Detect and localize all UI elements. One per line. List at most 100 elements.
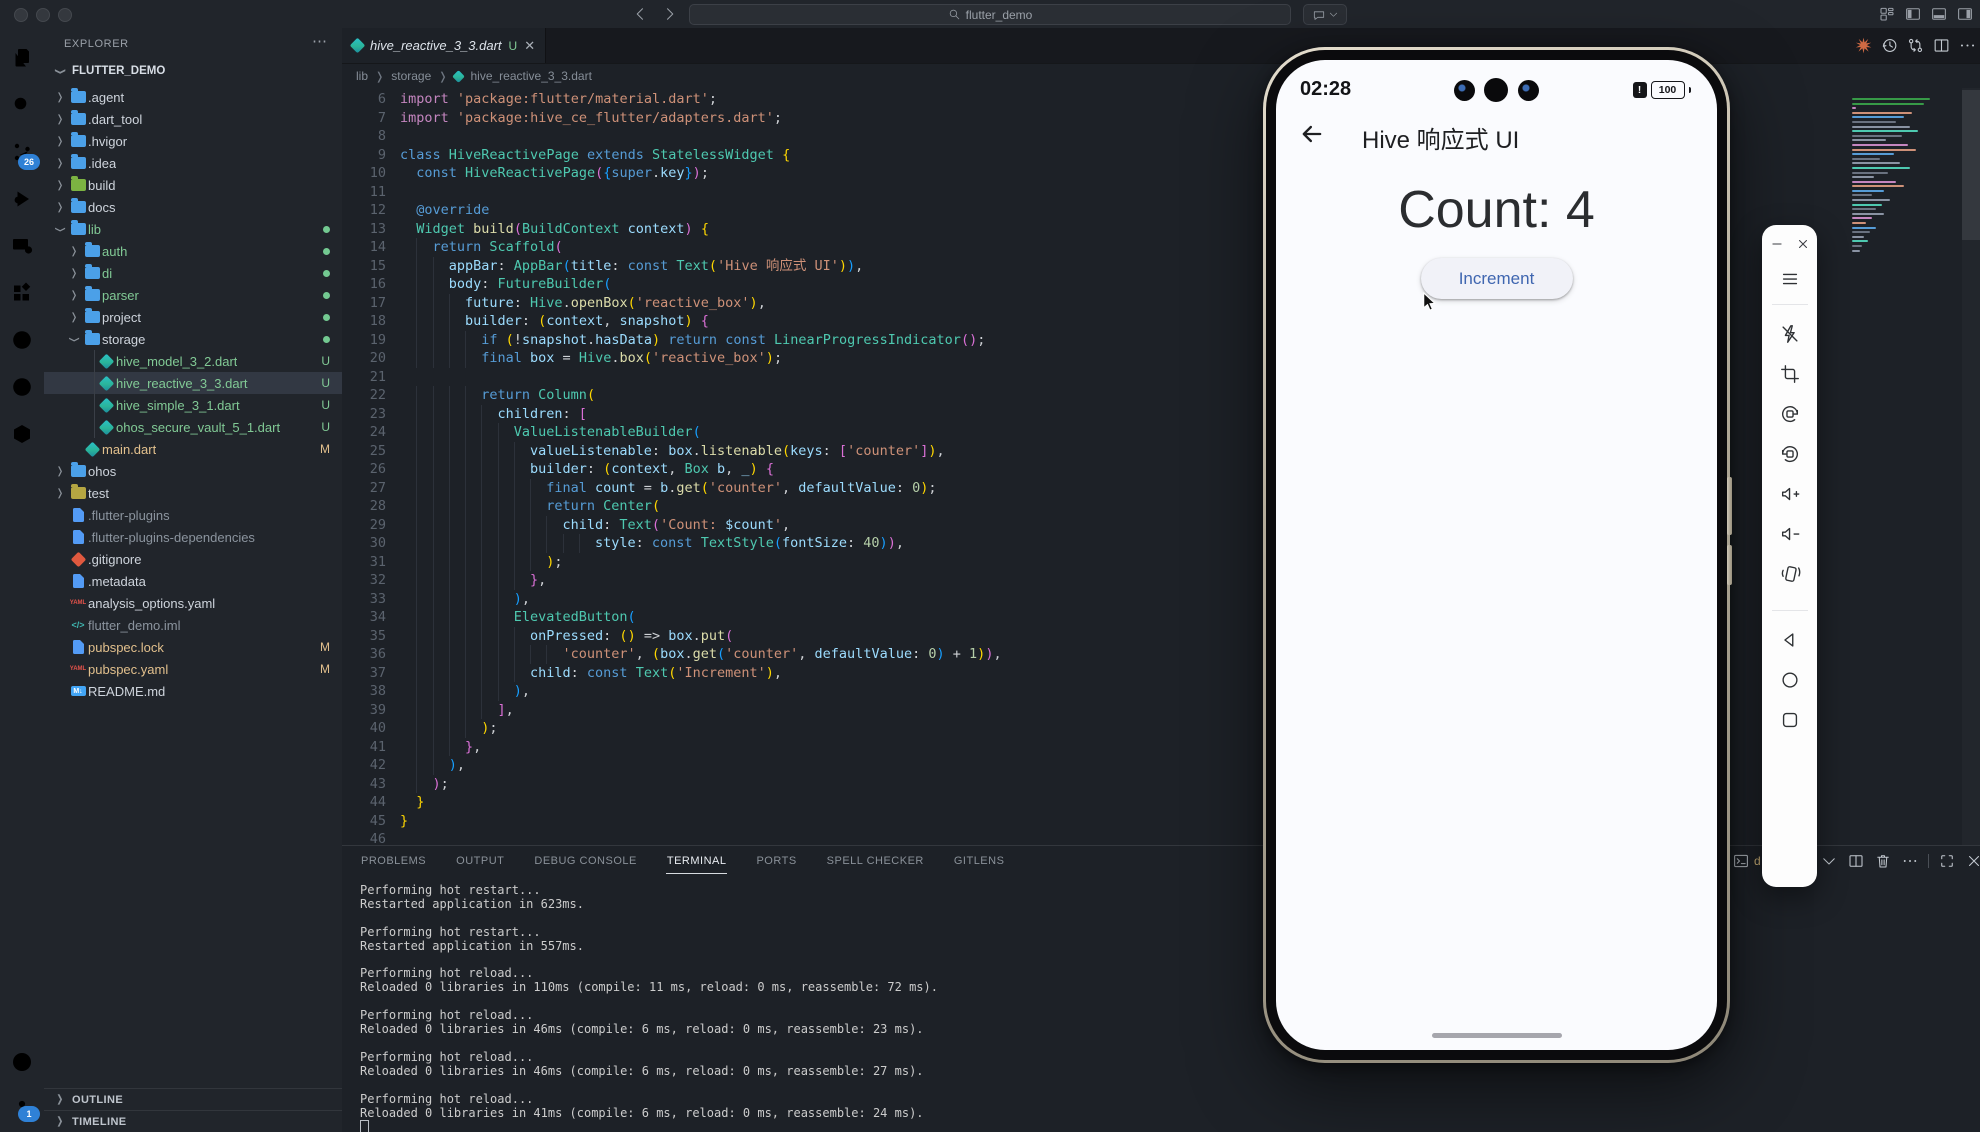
window-minimize-button[interactable] <box>36 8 50 22</box>
power-button[interactable] <box>1727 545 1732 585</box>
tree-item-ohos-secure-vault-5-1-dart[interactable]: ohos_secure_vault_5_1.dartU <box>44 416 342 438</box>
panel-tab-gitlens[interactable]: GITLENS <box>953 849 1006 873</box>
tree-item-storage[interactable]: ❭storage <box>44 328 342 350</box>
split-icon[interactable] <box>1932 36 1951 55</box>
tree-item-lib[interactable]: ❭lib <box>44 218 342 240</box>
tree-item-README-md[interactable]: M↓README.md <box>44 680 342 702</box>
activity-circle-scan[interactable] <box>0 365 44 409</box>
close-icon[interactable] <box>1796 237 1810 251</box>
tree-item-auth[interactable]: ❭auth <box>44 240 342 262</box>
terminal-output[interactable]: Performing hot restart...Restarted appli… <box>360 884 938 1132</box>
panel-tab-ports[interactable]: PORTS <box>755 849 797 873</box>
tree-item--agent[interactable]: ❭.agent <box>44 86 342 108</box>
shake-button[interactable] <box>1772 554 1808 594</box>
flash-off-button[interactable] <box>1772 314 1808 354</box>
vol-up-button[interactable] <box>1772 474 1808 514</box>
menu-button[interactable] <box>1772 259 1808 299</box>
panel-tab-output[interactable]: OUTPUT <box>455 849 505 873</box>
activity-debug[interactable] <box>0 177 44 221</box>
tree-item-hive-reactive-3-3-dart[interactable]: hive_reactive_3_3.dartU <box>44 372 342 394</box>
breadcrumb-item[interactable]: hive_reactive_3_3.dart <box>470 69 591 83</box>
tree-item-ohos[interactable]: ❭ohos <box>44 460 342 482</box>
activity-circle-branch[interactable] <box>0 318 44 362</box>
tree-item--gitignore[interactable]: .gitignore <box>44 548 342 570</box>
vol-down-button[interactable] <box>1772 514 1808 554</box>
sidebar-left-icon[interactable] <box>1904 5 1922 23</box>
rot-cw-button[interactable] <box>1772 434 1808 474</box>
close-icon[interactable] <box>1965 852 1980 870</box>
rot-ccw-button[interactable] <box>1772 394 1808 434</box>
panel-tab-terminal[interactable]: TERMINAL <box>666 849 728 874</box>
activity-gear[interactable]: 1 <box>0 1082 44 1126</box>
activity-account[interactable] <box>0 1040 44 1084</box>
nav-home-button[interactable] <box>1772 660 1808 700</box>
more-icon[interactable] <box>1958 36 1977 55</box>
window-close-button[interactable] <box>14 8 28 22</box>
tree-item--flutter-plugins[interactable]: .flutter-plugins <box>44 504 342 526</box>
minimize-icon[interactable] <box>1770 237 1784 251</box>
tree-item-build[interactable]: ❭build <box>44 174 342 196</box>
activity-search[interactable] <box>0 83 44 127</box>
activity-remote[interactable] <box>0 224 44 268</box>
scrollbar-thumb[interactable] <box>1962 90 1980 240</box>
tab-hive-reactive[interactable]: hive_reactive_3_3.dart U ✕ <box>342 28 546 63</box>
tree-item--idea[interactable]: ❭.idea <box>44 152 342 174</box>
outline-section[interactable]: ❭ OUTLINE <box>44 1088 342 1110</box>
back-button[interactable] <box>1298 120 1326 148</box>
breadcrumb-item[interactable]: lib <box>356 69 368 83</box>
tab-close-icon[interactable]: ✕ <box>524 38 535 54</box>
panel-bottom-icon[interactable] <box>1930 5 1948 23</box>
flutter-burst-icon[interactable] <box>1854 36 1873 55</box>
explorer-root-folder[interactable]: ❭ FLUTTER_DEMO <box>52 60 334 82</box>
code-editor[interactable]: 6789101112131415161718192021222324252627… <box>342 88 1980 845</box>
copilot-menu-button[interactable] <box>1303 4 1347 25</box>
git-sync-icon[interactable] <box>1906 36 1925 55</box>
split-icon[interactable] <box>1847 852 1865 870</box>
timeline-section[interactable]: ❭ TIMELINE <box>44 1110 342 1132</box>
activity-scm[interactable]: 26 <box>0 130 44 174</box>
breadcrumb[interactable]: lib❭storage❭hive_reactive_3_3.dart <box>356 65 592 87</box>
layout-icon[interactable] <box>1878 5 1896 23</box>
terminal-tab-partial[interactable]: d <box>1732 852 1761 870</box>
window-zoom-button[interactable] <box>58 8 72 22</box>
increment-button[interactable]: Increment <box>1421 258 1573 299</box>
minimap[interactable] <box>1852 98 1944 254</box>
tree-item--metadata[interactable]: .metadata <box>44 570 342 592</box>
panel-tab-debug-console[interactable]: DEBUG CONSOLE <box>533 849 637 873</box>
more-icon[interactable] <box>1901 852 1919 870</box>
tree-item-parser[interactable]: ❭parser <box>44 284 342 306</box>
panel-tab-problems[interactable]: PROBLEMS <box>360 849 427 873</box>
tree-item--dart-tool[interactable]: ❭.dart_tool <box>44 108 342 130</box>
trash-icon[interactable] <box>1874 852 1892 870</box>
activity-ext[interactable] <box>0 271 44 315</box>
tree-item--hvigor[interactable]: ❭.hvigor <box>44 130 342 152</box>
nav-back-icon[interactable] <box>632 5 650 23</box>
panel-tab-spell-checker[interactable]: SPELL CHECKER <box>826 849 925 873</box>
activity-package[interactable] <box>0 412 44 456</box>
command-center-search[interactable]: flutter_demo <box>689 4 1291 25</box>
tree-item-docs[interactable]: ❭docs <box>44 196 342 218</box>
nav-recents-button[interactable] <box>1772 700 1808 740</box>
sidebar-right-icon[interactable] <box>1956 5 1974 23</box>
tree-item-pubspec-lock[interactable]: pubspec.lockM <box>44 636 342 658</box>
tree-item-hive-model-3-2-dart[interactable]: hive_model_3_2.dartU <box>44 350 342 372</box>
tree-item-project[interactable]: ❭project <box>44 306 342 328</box>
tree-item-flutter-demo-iml[interactable]: </>flutter_demo.iml <box>44 614 342 636</box>
tree-item-di[interactable]: ❭di <box>44 262 342 284</box>
tree-item-analysis-options-yaml[interactable]: YAMLanalysis_options.yaml <box>44 592 342 614</box>
explorer-more-actions-icon[interactable]: ⋯ <box>312 32 328 50</box>
tree-item-hive-simple-3-1-dart[interactable]: hive_simple_3_1.dartU <box>44 394 342 416</box>
crop-button[interactable] <box>1772 354 1808 394</box>
breadcrumb-item[interactable]: storage <box>391 69 431 83</box>
focus-icon[interactable] <box>1938 852 1956 870</box>
tree-item-pubspec-yaml[interactable]: YAMLpubspec.yamlM <box>44 658 342 680</box>
tree-item-main-dart[interactable]: main.dartM <box>44 438 342 460</box>
nav-back-button[interactable] <box>1772 620 1808 660</box>
history-icon[interactable] <box>1880 36 1899 55</box>
nav-forward-icon[interactable] <box>660 5 678 23</box>
tree-item-test[interactable]: ❭test <box>44 482 342 504</box>
activity-files[interactable] <box>0 36 44 80</box>
chev-down-icon[interactable] <box>1820 852 1838 870</box>
tree-item--flutter-plugins-dependencies[interactable]: .flutter-plugins-dependencies <box>44 526 342 548</box>
volume-button[interactable] <box>1727 477 1732 535</box>
